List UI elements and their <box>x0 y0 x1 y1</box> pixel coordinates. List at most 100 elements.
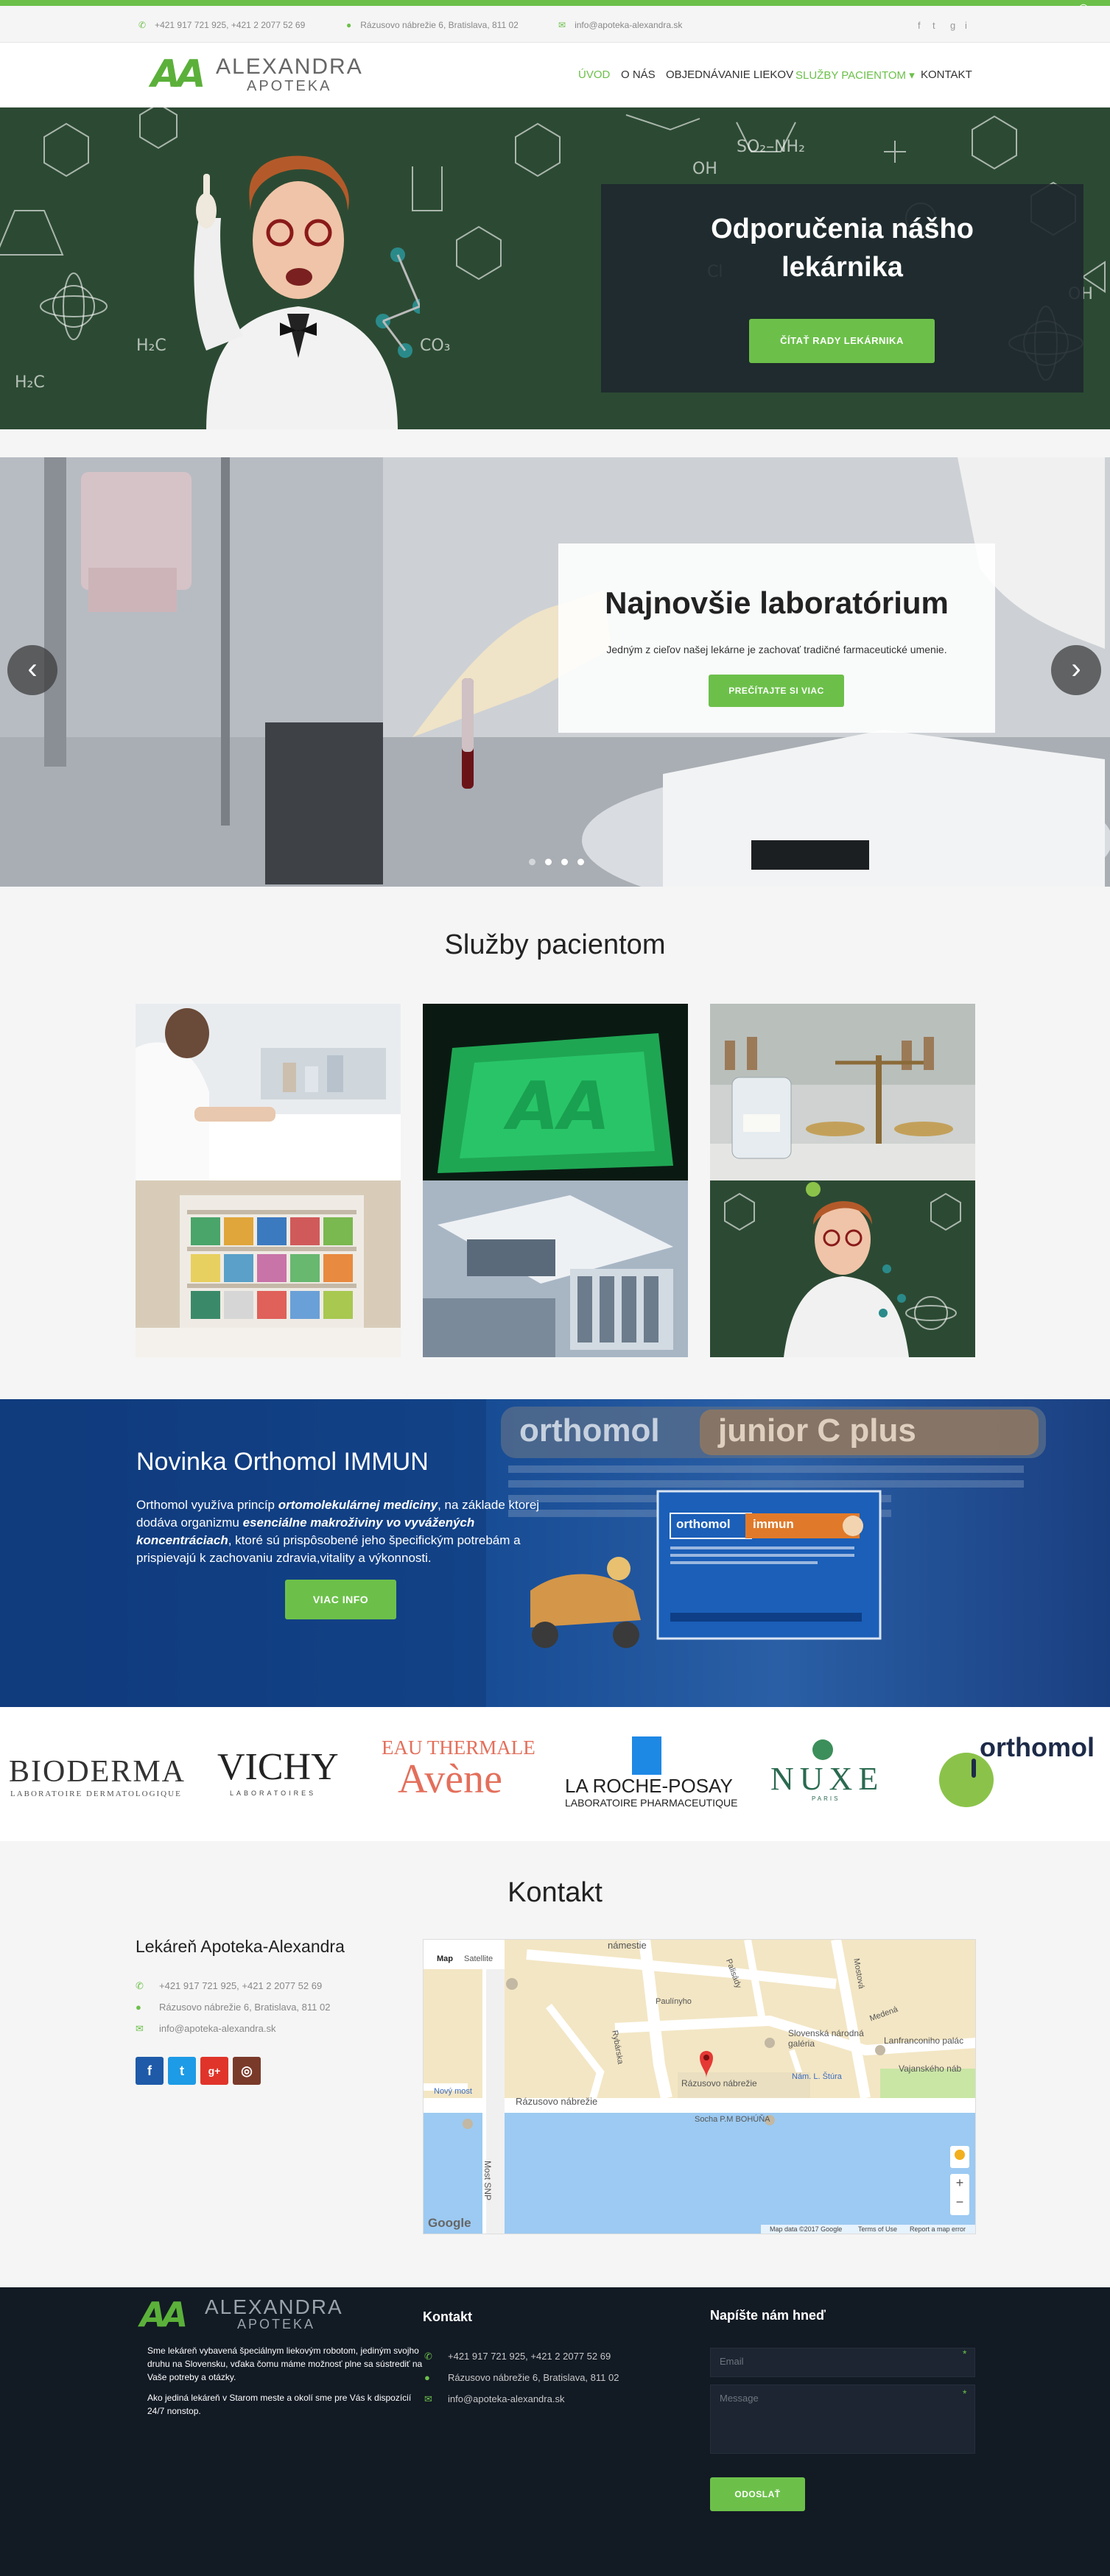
map-label-socha: Socha P.M BOHÚŇA <box>695 2115 770 2124</box>
main-navigation: AA ALEXANDRA APOTEKA ÚVOD O NÁS OBJEDNÁV… <box>0 43 1110 108</box>
instagram-icon[interactable]: ◎ <box>233 2057 261 2085</box>
required-asterisk: * <box>963 2348 967 2359</box>
topbar-phone: ✆ +421 917 721 925, +421 2 2077 52 69 <box>138 20 306 30</box>
hero-text-box: Odporučenia nášho lekárnika ČÍTAŤ RADY L… <box>601 184 1083 393</box>
footer-logo-subtitle: APOTEKA <box>237 2317 316 2332</box>
send-button[interactable]: ODOSLAŤ <box>710 2477 805 2511</box>
pharmacy-scale-image <box>710 1004 975 1357</box>
svg-text:H₂C: H₂C <box>136 337 166 355</box>
phone-icon: ✆ <box>136 1980 144 1991</box>
product-box-name: immun <box>753 1517 794 1531</box>
map-zoom-in-button[interactable]: + <box>953 2175 966 2191</box>
google-map[interactable]: Map Satellite námestie Slovenská národná… <box>423 1939 976 2234</box>
slider-dot-3[interactable] <box>561 859 568 865</box>
map-label-nam-stura: Nám. L. Štúra <box>792 2072 842 2081</box>
slide-subtitle: Jedným z cieľov našej lekárne je zachova… <box>606 644 947 655</box>
read-advice-button[interactable]: ČÍTAŤ RADY LEKÁRNIKA <box>749 319 935 363</box>
contact-title: Kontakt <box>507 1877 603 1908</box>
footer-message-textarea[interactable]: Message <box>710 2385 975 2454</box>
consultation-image <box>136 1004 401 1357</box>
instagram-icon[interactable]: i <box>965 20 967 31</box>
scientist-image <box>194 155 420 429</box>
map-label-most-snp: Most SNP <box>482 2160 493 2201</box>
nav-item-objednavanie-liekov[interactable]: OBJEDNÁVANIE LIEKOV <box>666 68 793 81</box>
map-tab-map[interactable]: Map <box>437 1954 453 1963</box>
logo-mark: AA <box>151 52 206 96</box>
footer-logo-mark: AA <box>140 2295 188 2334</box>
google-plus-icon[interactable]: g <box>950 20 955 31</box>
hero-title: Odporučenia nášho lekárnika <box>711 214 974 283</box>
footer-about-text: Sme lekáreň vybavená špeciálnym liekovým… <box>147 2346 423 2382</box>
required-asterisk-2: * <box>963 2387 967 2399</box>
facebook-icon[interactable]: f <box>918 20 921 31</box>
map-label-lanfranconi: Lanfranconiho palác <box>884 2035 964 2046</box>
orthomol-promo-banner: orthomol junior C plus orthomol immun No… <box>0 1399 1110 1707</box>
nav-item-kontakt[interactable]: KONTAKT <box>921 68 972 81</box>
pharmacy-name: Lekáreň Apoteka-Alexandra <box>136 1937 345 1956</box>
footer-address: ● Rázusovo nábrežie 6, Bratislava, 811 02 <box>424 2372 619 2383</box>
logo-subtitle: APOTEKA <box>247 78 332 94</box>
contact-address: ● Rázusovo nábrežie 6, Bratislava, 811 02 <box>136 2002 331 2013</box>
map-label-namestie: námestie <box>608 1940 647 1951</box>
nuxe-tree-icon <box>812 1739 833 1760</box>
logo-name: ALEXANDRA <box>216 54 363 79</box>
svg-text:OH: OH <box>692 160 717 178</box>
nav-item-o-nas[interactable]: O NÁS <box>621 68 656 81</box>
footer-email[interactable]: ✉ info@apoteka-alexandra.sk <box>424 2393 564 2405</box>
map-tab-satellite[interactable]: Satellite <box>464 1954 493 1963</box>
footer-about-text-2: Ako jediná lekáreň v Starom meste a okol… <box>147 2393 412 2416</box>
brand-logos-strip: BIODERMA LABORATOIRE DERMATOLOGIQUE VICH… <box>0 1707 1110 1841</box>
slider-next-arrow[interactable]: › <box>1051 645 1101 695</box>
site-footer: AA ALEXANDRA APOTEKA Sme lekáreň vybaven… <box>0 2287 1110 2576</box>
google-plus-icon[interactable]: g+ <box>200 2057 228 2085</box>
map-zoom-out-button[interactable]: − <box>953 2195 966 2210</box>
contact-phone: ✆ +421 917 721 925, +421 2 2077 52 69 <box>136 1980 323 1991</box>
service-tile-robot[interactable]: AA <box>423 1004 688 1357</box>
twitter-icon[interactable]: t <box>932 20 935 31</box>
svg-text:CO₃: CO₃ <box>420 337 451 355</box>
orthomol-background-product: junior C plus <box>718 1412 916 1449</box>
read-more-button[interactable]: PREČÍTAJTE SI VIAC <box>709 675 844 707</box>
topbar-address: ● Rázusovo nábrežie 6, Bratislava, 811 02 <box>346 20 519 30</box>
nav-item-sluzby-pacientom[interactable]: SLUŽBY PACIENTOM ▾ <box>795 68 915 82</box>
footer-email-input[interactable]: Email <box>710 2348 975 2377</box>
footer-phone: ✆ +421 917 721 925, +421 2 2077 52 69 <box>424 2351 611 2362</box>
envelope-icon: ✉ <box>558 20 566 30</box>
contact-email[interactable]: ✉ info@apoteka-alexandra.sk <box>136 2023 275 2035</box>
slider-dot-2[interactable] <box>545 859 552 865</box>
slider-prev-arrow[interactable]: ‹ <box>7 645 57 695</box>
svg-text:SO₂–NH₂: SO₂–NH₂ <box>737 138 805 156</box>
map-terms-link[interactable]: Terms of Use <box>858 2225 897 2233</box>
phone-icon: ✆ <box>424 2351 432 2362</box>
slider-dot-1[interactable] <box>529 859 535 865</box>
product-box-brand: orthomol <box>676 1517 731 1531</box>
google-logo: Google <box>428 2216 471 2230</box>
slider-dot-4[interactable] <box>577 859 584 865</box>
map-label-vajanskeho: Vajanského náb <box>899 2063 962 2074</box>
map-marker-icon: ● <box>424 2372 430 2383</box>
twitter-icon[interactable]: t <box>168 2057 196 2085</box>
footer-contact-heading: Kontakt <box>423 2309 472 2324</box>
slide-caption-box: Najnovšie laboratórium Jedným z cieľov n… <box>558 543 995 733</box>
service-tile-tradition[interactable] <box>710 1004 975 1357</box>
nav-item-uvod[interactable]: ÚVOD <box>578 68 610 81</box>
envelope-icon: ✉ <box>136 2023 144 2034</box>
svg-text:AA: AA <box>503 1068 610 1145</box>
service-tile-consultation[interactable] <box>136 1004 401 1357</box>
svg-text:H₂C: H₂C <box>15 373 45 392</box>
services-title: Služby pacientom <box>444 929 666 960</box>
more-info-button[interactable]: VIAC INFO <box>285 1580 396 1619</box>
map-report-link[interactable]: Report a map error <box>910 2225 966 2233</box>
footer-logo-name: ALEXANDRA <box>205 2295 343 2318</box>
robot-image: AA <box>423 1004 688 1357</box>
topbar-email[interactable]: ✉ info@apoteka-alexandra.sk <box>558 20 682 30</box>
footer-form-heading: Napíšte nám hneď <box>710 2308 826 2323</box>
map-label-razusovo-2: Rázusovo nábrežie <box>516 2096 598 2107</box>
map-data-credit: Map data ©2017 Google <box>770 2225 843 2233</box>
map-label-slovenska-galeria: Slovenská národná galéria <box>788 2028 864 2049</box>
top-info-bar: ✆ +421 917 721 925, +421 2 2077 52 69 ● Rá… <box>0 6 1110 43</box>
la-roche-posay-emblem <box>632 1736 661 1775</box>
facebook-icon[interactable]: f <box>136 2057 164 2085</box>
promo-title: Novinka Orthomol IMMUN <box>136 1448 429 1476</box>
envelope-icon: ✉ <box>424 2393 432 2404</box>
